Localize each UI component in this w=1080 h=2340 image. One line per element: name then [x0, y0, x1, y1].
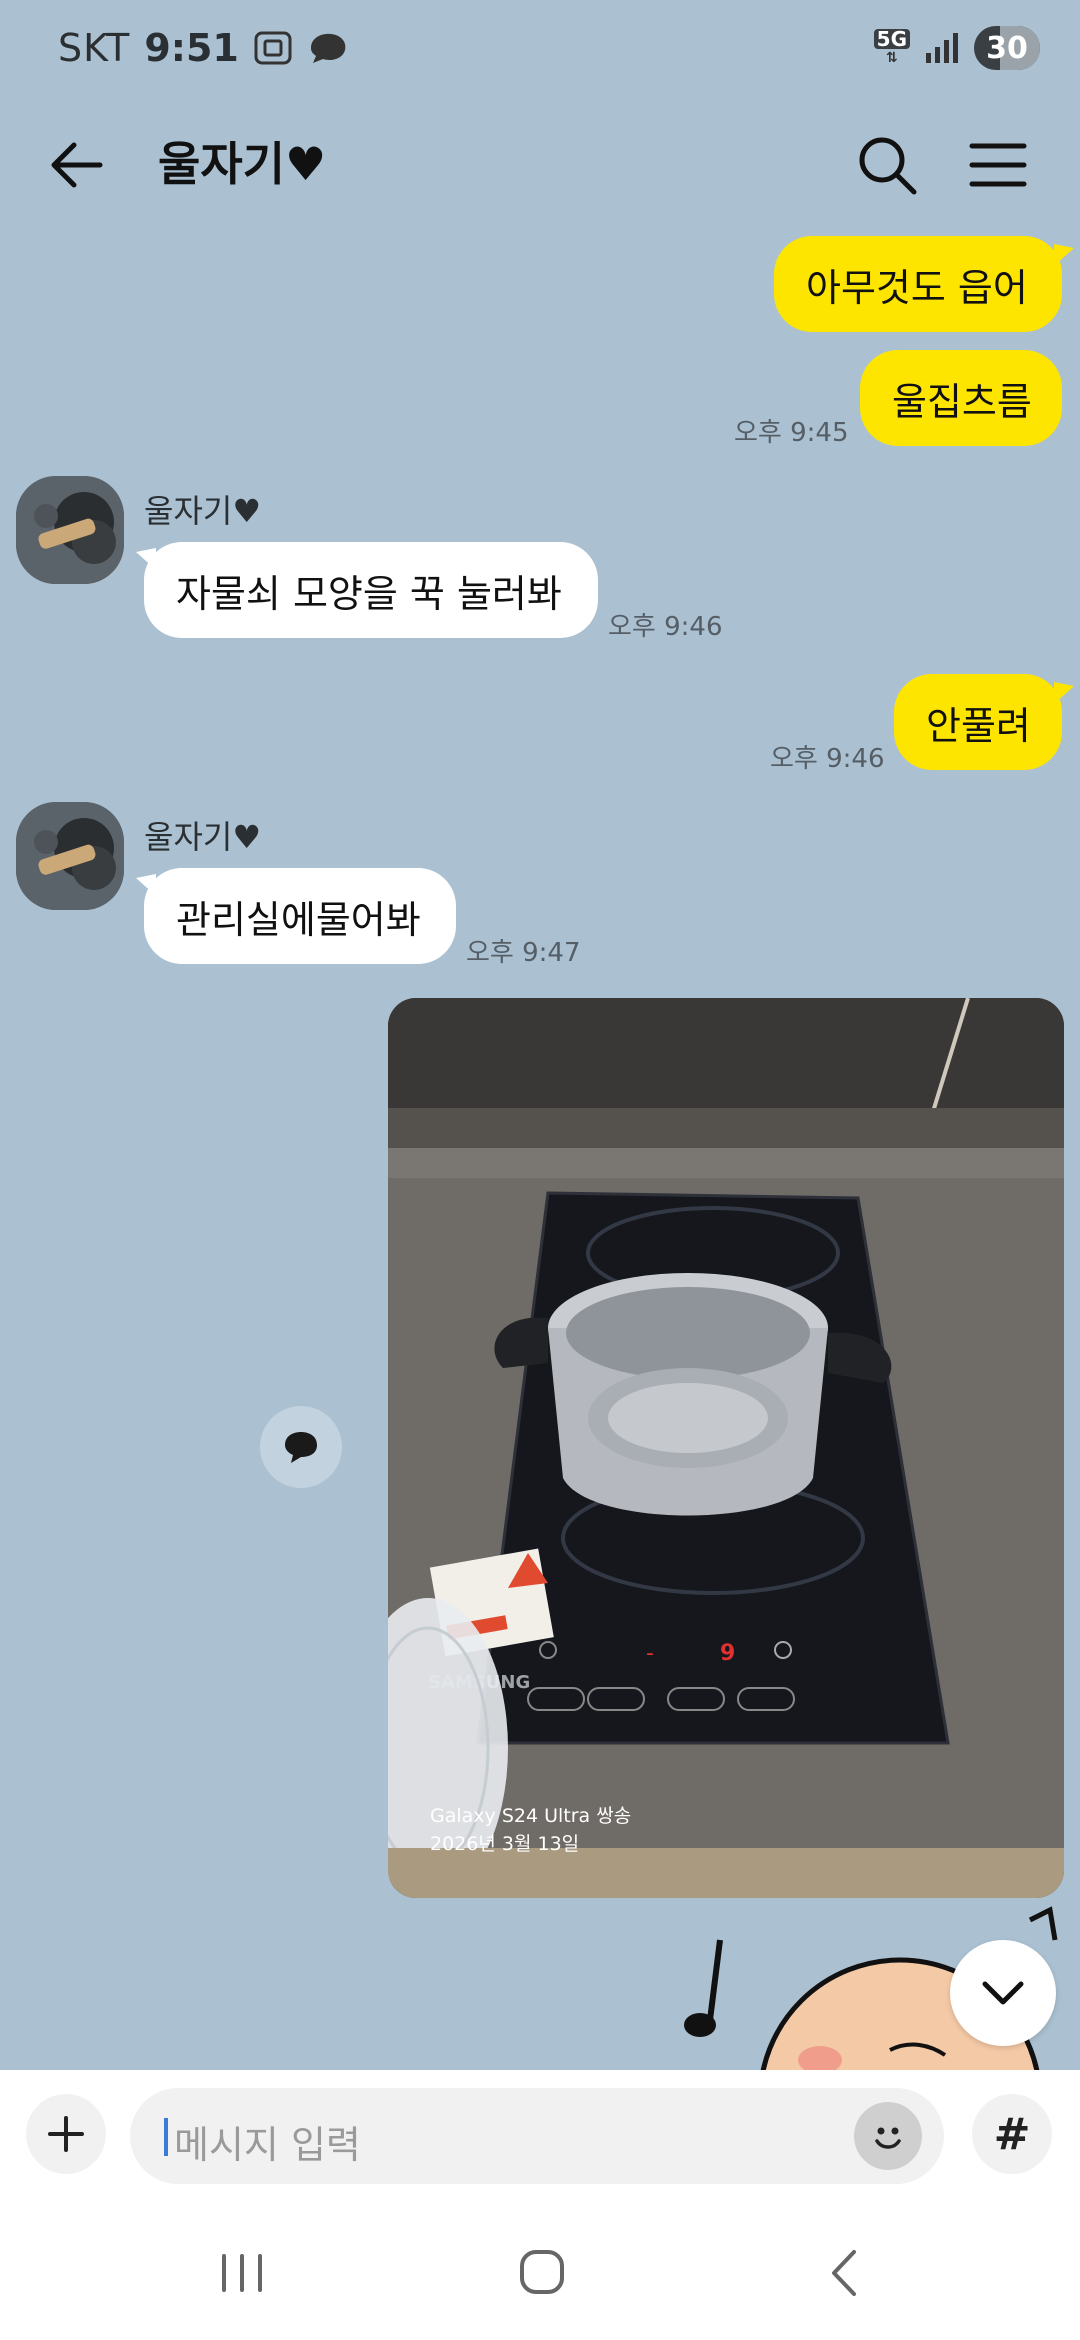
- message-text: 관리실에물어봐: [176, 897, 421, 942]
- attach-button[interactable]: [26, 2094, 106, 2174]
- dog-avatar-icon: [16, 476, 124, 584]
- message-time: 오후 9:46: [770, 744, 885, 774]
- svg-text:9: 9: [720, 1641, 735, 1666]
- smiley-icon: [875, 2127, 901, 2149]
- screenshot-icon: [254, 31, 292, 65]
- network-5g-icon: 5G ⇅: [873, 29, 910, 67]
- recent-apps-icon[interactable]: [202, 2238, 282, 2308]
- hashtag-button[interactable]: #: [972, 2094, 1052, 2174]
- avatar[interactable]: [16, 802, 124, 910]
- message-input[interactable]: 메시지 입력: [130, 2088, 944, 2184]
- search-icon[interactable]: [852, 130, 922, 200]
- signal-icon: [926, 33, 958, 63]
- cooktop-photo: - 9 SAMSUNG: [388, 998, 1064, 1898]
- bubble-tail: [136, 874, 156, 896]
- photo-message[interactable]: - 9 SAMSUNG Galaxy S24 Ultra 쌍송 2026년 3월…: [388, 998, 1064, 1898]
- message-placeholder: 메시지 입력: [174, 2123, 361, 2167]
- sender-name: 울자기♥: [144, 492, 262, 530]
- my-message-bubble[interactable]: 안풀려: [894, 674, 1062, 770]
- message-text: 자물쇠 모양을 꾹 눌러봐: [176, 571, 562, 616]
- scroll-to-bottom-button[interactable]: [950, 1940, 1056, 2046]
- text-caret: [164, 2118, 168, 2156]
- battery-indicator: 30: [974, 26, 1040, 70]
- home-icon[interactable]: [502, 2238, 582, 2308]
- back-nav-icon[interactable]: [806, 2238, 886, 2308]
- bubble-tail: [1054, 682, 1074, 704]
- chevron-down-icon: [982, 1981, 1024, 2005]
- my-message-bubble[interactable]: 아무것도 읍어: [774, 236, 1062, 332]
- speech-bubble-icon: [285, 1432, 317, 1463]
- menu-icon[interactable]: [962, 130, 1032, 200]
- system-nav-bar: [0, 2202, 1080, 2340]
- bubble-tail: [136, 548, 156, 570]
- friend-message-bubble[interactable]: 자물쇠 모양을 꾹 눌러봐: [144, 542, 598, 638]
- quick-reply-button[interactable]: [260, 1406, 342, 1488]
- friend-message-bubble[interactable]: 관리실에물어봐: [144, 868, 456, 964]
- plus-icon: [48, 2116, 84, 2152]
- message-text: 아무것도 읍어: [806, 265, 1028, 310]
- avatar[interactable]: [16, 476, 124, 584]
- message-time: 오후 9:46: [608, 612, 723, 642]
- bubble-tail: [1054, 244, 1074, 266]
- chat-title: 울자기♥: [158, 137, 327, 191]
- emoticon-button[interactable]: [854, 2102, 922, 2170]
- message-time: 오후 9:47: [466, 938, 581, 968]
- message-input-bar: 메시지 입력 #: [0, 2070, 1080, 2202]
- message-text: 안풀려: [926, 703, 1031, 748]
- back-arrow-icon[interactable]: [40, 130, 110, 200]
- talk-notification-icon: [310, 33, 346, 63]
- dog-avatar-icon: [16, 802, 124, 910]
- svg-text:-: -: [646, 1641, 654, 1666]
- photo-watermark: Galaxy S24 Ultra 쌍송 2026년 3월 13일: [430, 1805, 632, 1855]
- sender-name: 울자기♥: [144, 818, 262, 856]
- status-time: 9:51: [144, 26, 239, 70]
- status-bar: SKT 9:51 5G ⇅ 30: [0, 0, 1080, 100]
- hash-label: #: [993, 2108, 1031, 2160]
- carrier-label: SKT: [58, 26, 131, 70]
- message-text: 울집츠름: [892, 379, 1032, 424]
- message-time: 오후 9:45: [734, 418, 849, 448]
- chat-header: 울자기♥: [0, 108, 1080, 218]
- my-message-bubble[interactable]: 울집츠름: [860, 350, 1062, 446]
